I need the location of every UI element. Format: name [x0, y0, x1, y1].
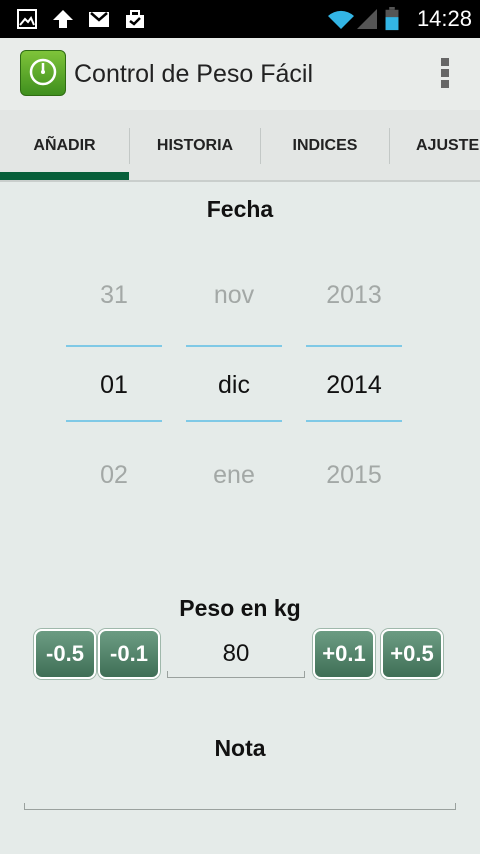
battery-icon	[385, 7, 399, 31]
year-value[interactable]: 2014	[306, 371, 402, 400]
note-section-title: Nota	[214, 735, 266, 761]
plus-half-button[interactable]: +0.5	[381, 629, 443, 679]
tab-selected-indicator	[0, 172, 129, 180]
year-prev[interactable]: 2013	[306, 281, 402, 310]
status-bar: 14:28	[0, 0, 480, 38]
app-bar: Control de Peso Fácil	[0, 38, 480, 110]
month-value[interactable]: dic	[186, 371, 282, 400]
picker-divider	[306, 345, 402, 347]
weight-input[interactable]: 80	[167, 630, 305, 678]
overflow-menu-icon[interactable]	[438, 58, 452, 92]
note-input[interactable]	[24, 800, 456, 810]
weight-section-title: Peso en kg	[179, 595, 301, 621]
picker-divider	[66, 420, 162, 422]
picker-divider	[66, 345, 162, 347]
image-icon	[17, 9, 37, 29]
year-next[interactable]: 2015	[306, 461, 402, 490]
month-prev[interactable]: nov	[186, 281, 282, 310]
plus-tenth-button[interactable]: +0.1	[313, 629, 375, 679]
year-picker[interactable]: 2013 2014 2015	[306, 270, 402, 500]
tab-bar: AÑADIR HISTORIA INDICES AJUSTE	[0, 110, 480, 182]
signal-icon	[357, 9, 377, 29]
month-next[interactable]: ene	[186, 461, 282, 490]
picker-divider	[306, 420, 402, 422]
picker-divider	[186, 420, 282, 422]
picker-divider	[186, 345, 282, 347]
gmail-icon	[89, 12, 109, 27]
tab-ajuste[interactable]: AJUSTE	[394, 110, 480, 180]
month-picker[interactable]: nov dic ene	[186, 270, 282, 500]
briefcase-check-icon	[126, 10, 144, 28]
scale-icon[interactable]	[20, 50, 66, 96]
day-next[interactable]: 02	[66, 461, 162, 490]
tab-divider	[389, 128, 390, 164]
clock-time: 14:28	[416, 6, 472, 31]
minus-tenth-button[interactable]: -0.1	[98, 629, 160, 679]
day-prev[interactable]: 31	[66, 281, 162, 310]
tab-indices[interactable]: INDICES	[261, 110, 389, 180]
minus-half-button[interactable]: -0.5	[34, 629, 96, 679]
day-value[interactable]: 01	[66, 371, 162, 400]
day-picker[interactable]: 31 01 02	[66, 270, 162, 500]
wifi-icon	[328, 10, 354, 29]
date-section-title: Fecha	[206, 196, 274, 222]
app-title: Control de Peso Fácil	[74, 60, 314, 88]
tab-historia[interactable]: HISTORIA	[130, 110, 260, 180]
upload-icon	[53, 10, 73, 28]
